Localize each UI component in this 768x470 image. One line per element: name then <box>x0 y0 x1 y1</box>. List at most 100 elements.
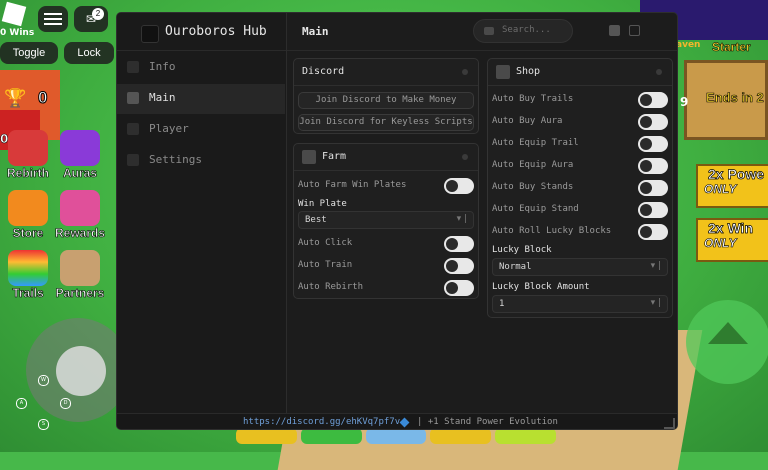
auto-buy-aura-row: Auto Buy Aura <box>492 112 668 132</box>
chevron-down-icon: ▾ | <box>456 214 467 224</box>
footer-text: | +1 Stand Power Evolution <box>417 417 558 427</box>
lucky-block-amount-label: Lucky Block Amount <box>492 282 590 292</box>
store-icon <box>8 190 48 226</box>
joystick-knob[interactable] <box>56 346 106 396</box>
hub-title: Ouroboros Hub <box>165 24 267 39</box>
search-input[interactable]: Search... <box>473 19 573 43</box>
discord-link[interactable]: https://discord.gg/ehKVq7pf7v <box>243 417 400 427</box>
chevron-down-icon: ▾ | <box>650 298 661 308</box>
hotbar-slot[interactable] <box>365 428 427 444</box>
main-icon <box>127 92 139 104</box>
player-name-tag: aven <box>676 40 701 50</box>
key-a: A <box>16 398 27 409</box>
resize-handle-icon[interactable] <box>664 418 675 429</box>
key-d: D <box>60 398 71 409</box>
hub-window: Ouroboros Hub Info Main Player Settings … <box>116 12 678 430</box>
notification-badge: 2 <box>92 8 104 20</box>
hotbar-slot[interactable] <box>236 428 297 444</box>
rainbow-icon <box>8 250 48 286</box>
auto-rebirth-toggle[interactable] <box>444 280 474 296</box>
auras-icon <box>60 130 100 166</box>
auto-click-toggle[interactable] <box>444 236 474 252</box>
win-plate-label: Win Plate <box>298 199 347 209</box>
rewards-icon <box>60 190 100 226</box>
gem-icon <box>399 417 410 428</box>
key-w: W <box>38 375 49 386</box>
collapse-icon[interactable] <box>462 154 468 160</box>
auto-buy-trails-toggle[interactable] <box>638 92 668 108</box>
hub-logo-icon <box>141 25 159 43</box>
maximize-icon[interactable] <box>629 25 640 36</box>
auto-equip-stand-row: Auto Equip Stand <box>492 200 668 220</box>
player-icon <box>127 123 139 135</box>
wins-counter: 0 Wins <box>0 28 35 38</box>
collapse-icon[interactable] <box>462 69 468 75</box>
discord-section: Discord Join Discord to Make Money Join … <box>293 58 479 134</box>
auto-farm-win-plates-toggle[interactable] <box>444 178 474 194</box>
auto-equip-stand-toggle[interactable] <box>638 202 668 218</box>
auto-buy-trails-row: Auto Buy Trails <box>492 90 668 110</box>
menu-button[interactable] <box>38 6 68 32</box>
shop-icon <box>496 65 510 79</box>
partners-button[interactable]: Partners <box>52 250 108 300</box>
lucky-block-dropdown[interactable]: Normal ▾ | <box>492 258 668 276</box>
settings-icon <box>127 154 139 166</box>
counter-text: 9 <box>680 95 689 109</box>
join-discord-money-button[interactable]: Join Discord to Make Money <box>298 92 474 109</box>
nav-item-main[interactable]: Main <box>117 84 285 114</box>
toggle-button[interactable]: Toggle <box>0 42 58 64</box>
search-icon <box>484 27 494 35</box>
lock-button[interactable]: Lock <box>64 42 114 64</box>
rebirth-icon <box>8 130 48 166</box>
shop-section: Shop Auto Buy Trails Auto Buy Aura Auto … <box>487 58 673 318</box>
rebirth-button[interactable]: Rebirth <box>0 130 56 180</box>
lucky-block-amount-dropdown[interactable]: 1 ▾ | <box>492 295 668 313</box>
minimize-icon[interactable] <box>609 25 620 36</box>
section-header: Discord <box>294 59 478 86</box>
auto-equip-trail-toggle[interactable] <box>638 136 668 152</box>
starter-label: Starter <box>712 40 751 55</box>
section-title: Shop <box>516 66 541 77</box>
chat-button[interactable]: ✉ 2 <box>74 6 108 32</box>
promo-win[interactable]: 2x Win ONLY <box>696 218 768 262</box>
page-title: Main <box>302 25 329 38</box>
chevron-down-icon: ▾ | <box>650 261 661 271</box>
win-plate-dropdown[interactable]: Best ▾ | <box>298 211 474 229</box>
auras-button[interactable]: Auras <box>52 130 108 180</box>
nav-item-settings[interactable]: Settings <box>117 146 285 176</box>
auto-roll-lucky-blocks-row: Auto Roll Lucky Blocks <box>492 222 668 242</box>
hub-footer: https://discord.gg/ehKVq7pf7v | +1 Stand… <box>117 413 677 429</box>
hotbar-slot[interactable] <box>430 428 492 444</box>
hotbar-slot[interactable] <box>300 428 362 444</box>
trails-button[interactable]: Trails <box>0 250 56 300</box>
auto-farm-win-plates-row: Auto Farm Win Plates <box>298 176 474 196</box>
hamburger-icon <box>44 13 62 15</box>
section-header: Shop <box>488 59 672 86</box>
search-placeholder: Search... <box>502 25 551 35</box>
store-button[interactable]: Store <box>0 190 56 240</box>
auto-click-row: Auto Click <box>298 234 474 254</box>
auto-roll-lucky-blocks-toggle[interactable] <box>638 224 668 240</box>
collapse-icon[interactable] <box>656 69 662 75</box>
info-icon <box>127 61 139 73</box>
hotbar <box>236 428 556 444</box>
divider <box>117 50 286 51</box>
partners-icon <box>60 250 100 286</box>
auto-train-toggle[interactable] <box>444 258 474 274</box>
up-arrow-icon <box>708 322 748 344</box>
section-title: Discord <box>302 66 345 77</box>
promo-power[interactable]: 2x Powe ONLY <box>696 164 768 208</box>
auto-buy-aura-toggle[interactable] <box>638 114 668 130</box>
key-s: S <box>38 419 49 430</box>
auto-rebirth-row: Auto Rebirth <box>298 278 474 298</box>
divider <box>287 50 677 51</box>
auto-buy-stands-toggle[interactable] <box>638 180 668 196</box>
rewards-button[interactable]: Rewards <box>52 190 108 240</box>
auto-equip-aura-toggle[interactable] <box>638 158 668 174</box>
farm-section: Farm Auto Farm Win Plates Win Plate Best… <box>293 143 479 299</box>
nav-item-info[interactable]: Info <box>117 53 285 83</box>
section-header: Farm <box>294 144 478 171</box>
nav-item-player[interactable]: Player <box>117 115 285 145</box>
hotbar-slot[interactable] <box>495 428 556 444</box>
join-discord-keyless-button[interactable]: Join Discord for Keyless Scripts <box>298 114 474 131</box>
